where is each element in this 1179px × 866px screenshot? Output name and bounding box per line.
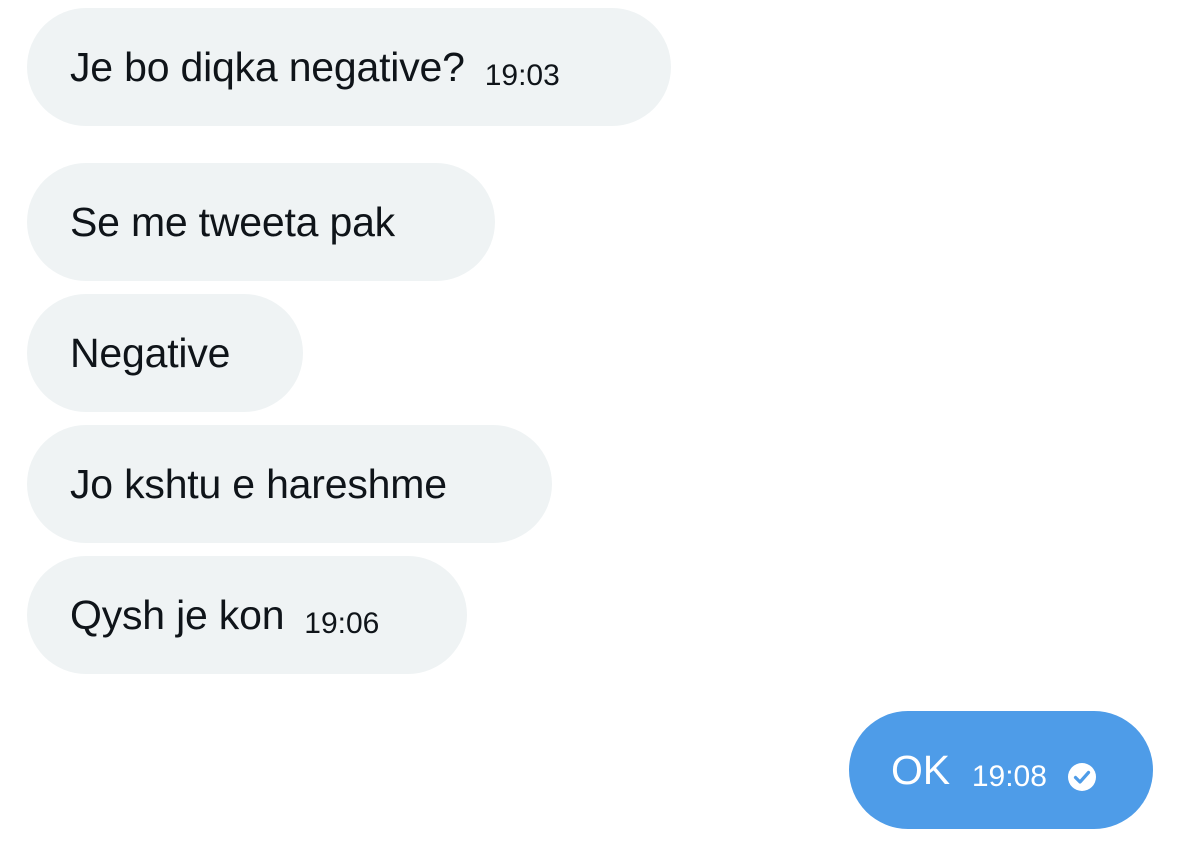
message-timestamp: 19:06 xyxy=(304,607,380,640)
received-message[interactable]: Je bo diqka negative? 19:03 xyxy=(27,8,671,126)
received-message[interactable]: Negative xyxy=(27,294,303,412)
message-text: Se me tweeta pak xyxy=(70,198,395,245)
message-text: Negative xyxy=(70,329,231,376)
conversation-thread: Je bo diqka negative? 19:03 Se me tweeta… xyxy=(0,0,1179,866)
message-timestamp: 19:03 xyxy=(484,59,560,92)
message-text: Je bo diqka negative? xyxy=(70,43,465,90)
message-text: Qysh je kon xyxy=(70,591,285,638)
received-message[interactable]: Qysh je kon 19:06 xyxy=(27,556,467,674)
check-circle-icon xyxy=(1067,762,1097,792)
message-text: OK xyxy=(891,746,950,793)
received-message[interactable]: Jo kshtu e hareshme xyxy=(27,425,552,543)
message-timestamp: 19:08 xyxy=(971,760,1047,793)
received-message[interactable]: Se me tweeta pak xyxy=(27,163,495,281)
sent-message[interactable]: OK 19:08 xyxy=(849,711,1153,829)
message-text: Jo kshtu e hareshme xyxy=(70,460,447,507)
